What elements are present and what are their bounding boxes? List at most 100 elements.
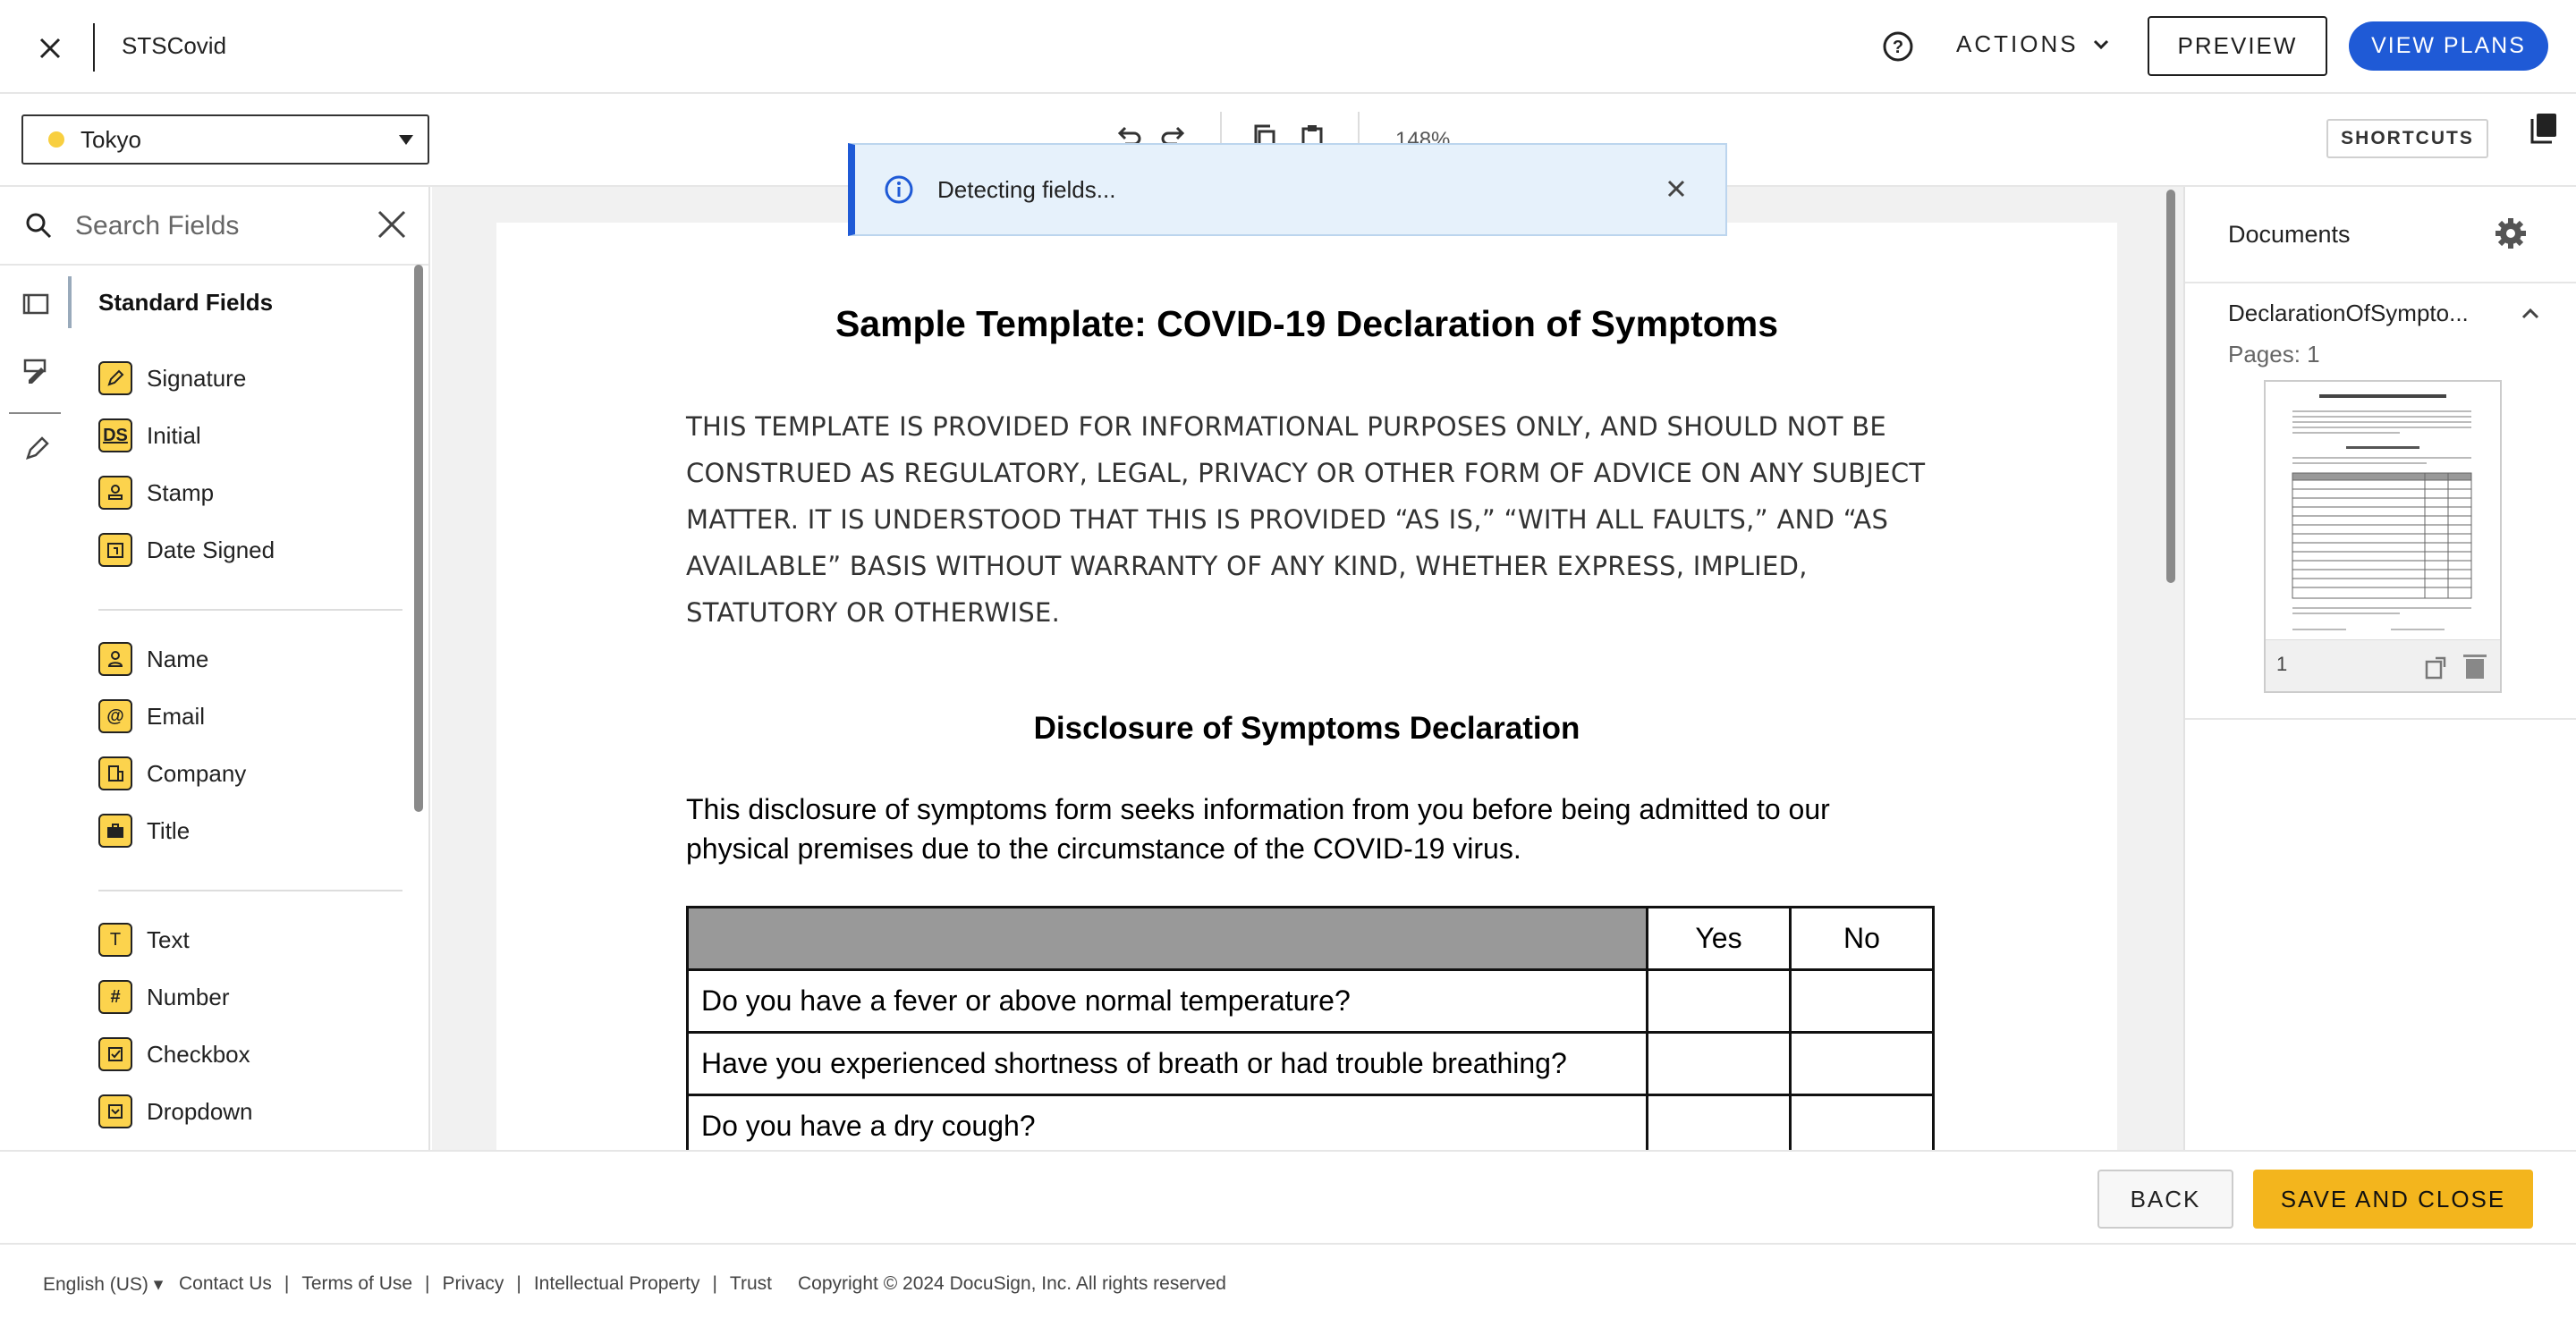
field-stamp[interactable]: Stamp xyxy=(98,475,214,511)
field-checkbox[interactable]: Checkbox xyxy=(98,1036,250,1072)
divider xyxy=(93,23,95,72)
info-icon xyxy=(885,175,913,204)
no-header: No xyxy=(1789,906,1935,971)
close-icon[interactable] xyxy=(374,207,410,242)
field-label: Signature xyxy=(147,364,247,392)
table-row: Have you experienced shortness of breath… xyxy=(686,1031,1935,1096)
standard-fields-icon[interactable] xyxy=(21,292,50,316)
document-scrollbar[interactable] xyxy=(2166,190,2175,583)
document-name[interactable]: DeclarationOfSympto... xyxy=(2228,300,2469,327)
field-label: Dropdown xyxy=(147,1097,253,1125)
answer-cell[interactable] xyxy=(1789,1031,1935,1096)
preview-button[interactable]: PREVIEW xyxy=(2148,16,2327,76)
help-icon[interactable]: ? xyxy=(1881,30,1915,63)
field-label: Title xyxy=(147,816,191,844)
question-cell: Have you experienced shortness of breath… xyxy=(686,1031,1648,1096)
table-header-cell xyxy=(686,906,1648,971)
recipient-select[interactable]: Tokyo xyxy=(21,114,429,165)
footer-link-terms[interactable]: Terms of Use xyxy=(301,1273,412,1295)
rail-divider xyxy=(9,412,61,414)
field-title[interactable]: Title xyxy=(98,813,190,849)
view-plans-button[interactable]: VIEW PLANS xyxy=(2349,21,2548,71)
close-icon[interactable] xyxy=(1665,177,1688,200)
field-dropdown[interactable]: Dropdown xyxy=(98,1094,253,1129)
checkbox-icon xyxy=(98,1037,132,1071)
field-label: Text xyxy=(147,925,190,953)
field-text[interactable]: T Text xyxy=(98,922,190,958)
email-icon: @ xyxy=(98,699,132,733)
text-icon: T xyxy=(98,923,132,957)
number-icon: # xyxy=(98,980,132,1014)
symptoms-table: Yes No Do you have a fever or above norm… xyxy=(686,906,1935,1150)
yes-header: Yes xyxy=(1646,906,1792,971)
shortcuts-button[interactable]: SHORTCUTS xyxy=(2326,119,2488,158)
stamp-icon xyxy=(98,476,132,510)
table-row: Do you have a dry cough? xyxy=(686,1094,1935,1150)
calendar-icon xyxy=(98,533,132,567)
copyright: Copyright © 2024 DocuSign, Inc. All righ… xyxy=(798,1273,1226,1294)
gear-icon[interactable] xyxy=(2493,215,2529,251)
document-page[interactable]: Sample Template: COVID-19 Declaration of… xyxy=(496,223,2117,1150)
section-title: Standard Fields xyxy=(98,289,274,316)
save-and-close-button[interactable]: SAVE AND CLOSE xyxy=(2253,1170,2533,1229)
custom-fields-icon[interactable] xyxy=(20,353,52,385)
dropdown-icon xyxy=(98,1094,132,1128)
footer-link-contact[interactable]: Contact Us xyxy=(179,1273,272,1295)
document-title: Sample Template: COVID-19 Declaration of… xyxy=(835,303,1779,344)
link-separator: | xyxy=(425,1273,430,1294)
field-date-signed[interactable]: Date Signed xyxy=(98,532,275,568)
field-label: Initial xyxy=(147,421,201,449)
language-select[interactable]: English (US) ▾ xyxy=(43,1273,163,1296)
documents-title: Documents xyxy=(2228,221,2351,248)
section-heading: Disclosure of Symptoms Declaration xyxy=(1033,711,1580,746)
detecting-fields-toast: Detecting fields... xyxy=(848,143,1727,236)
site-footer: English (US) ▾ Contact Us | Terms of Use |… xyxy=(0,1243,2576,1318)
person-icon xyxy=(98,642,132,676)
page-thumbnail[interactable]: 1 xyxy=(2264,380,2502,693)
search-fields-input[interactable] xyxy=(75,207,343,246)
answer-cell[interactable] xyxy=(1646,1094,1792,1150)
link-separator: | xyxy=(516,1273,521,1294)
pages-icon[interactable] xyxy=(2528,110,2560,146)
answer-cell[interactable] xyxy=(1646,968,1792,1034)
svg-text:?: ? xyxy=(1893,38,1903,57)
language-label: English (US) xyxy=(43,1274,148,1295)
replace-icon[interactable] xyxy=(2423,653,2452,681)
panel-rail xyxy=(0,266,70,1150)
field-signature[interactable]: Signature xyxy=(98,360,246,396)
field-label: Name xyxy=(147,645,209,672)
rail-active-indicator xyxy=(68,276,72,328)
link-separator: | xyxy=(712,1273,717,1294)
table-row: Do you have a fever or above normal temp… xyxy=(686,968,1935,1034)
field-search xyxy=(0,187,428,266)
answer-cell[interactable] xyxy=(1646,1031,1792,1096)
back-button[interactable]: BACK xyxy=(2097,1170,2233,1229)
trash-icon[interactable] xyxy=(2461,651,2489,681)
fields-scrollbar[interactable] xyxy=(414,265,423,812)
question-cell: Do you have a dry cough? xyxy=(686,1094,1648,1150)
briefcase-icon xyxy=(98,814,132,848)
building-icon xyxy=(98,756,132,790)
field-name[interactable]: Name xyxy=(98,641,208,677)
field-label: Number xyxy=(147,983,230,1010)
document-canvas: Sample Template: COVID-19 Declaration of… xyxy=(432,187,2183,1150)
toast-message: Detecting fields... xyxy=(937,175,1116,203)
document-disclaimer: THIS TEMPLATE IS PROVIDED FOR INFORMATIO… xyxy=(686,411,1926,628)
answer-cell[interactable] xyxy=(1789,968,1935,1034)
field-company[interactable]: Company xyxy=(98,756,246,791)
answer-cell[interactable] xyxy=(1789,1094,1935,1150)
footer-link-ip[interactable]: Intellectual Property xyxy=(534,1273,700,1295)
footer-link-privacy[interactable]: Privacy xyxy=(443,1273,504,1295)
field-label: Email xyxy=(147,702,206,730)
footer-links: Contact Us | Terms of Use | Privacy | Intel… xyxy=(179,1273,772,1295)
chevron-up-icon[interactable] xyxy=(2518,301,2543,326)
field-email[interactable]: @ Email xyxy=(98,698,205,734)
pencil-icon[interactable] xyxy=(23,435,50,462)
recipient-name: Tokyo xyxy=(80,125,141,153)
field-initial[interactable]: DS Initial xyxy=(98,418,201,453)
recipient-color-dot xyxy=(48,131,64,148)
actions-menu[interactable]: ACTIONS xyxy=(1956,30,2111,58)
footer-link-trust[interactable]: Trust xyxy=(730,1273,772,1295)
close-icon[interactable] xyxy=(34,32,66,64)
field-number[interactable]: # Number xyxy=(98,979,229,1015)
